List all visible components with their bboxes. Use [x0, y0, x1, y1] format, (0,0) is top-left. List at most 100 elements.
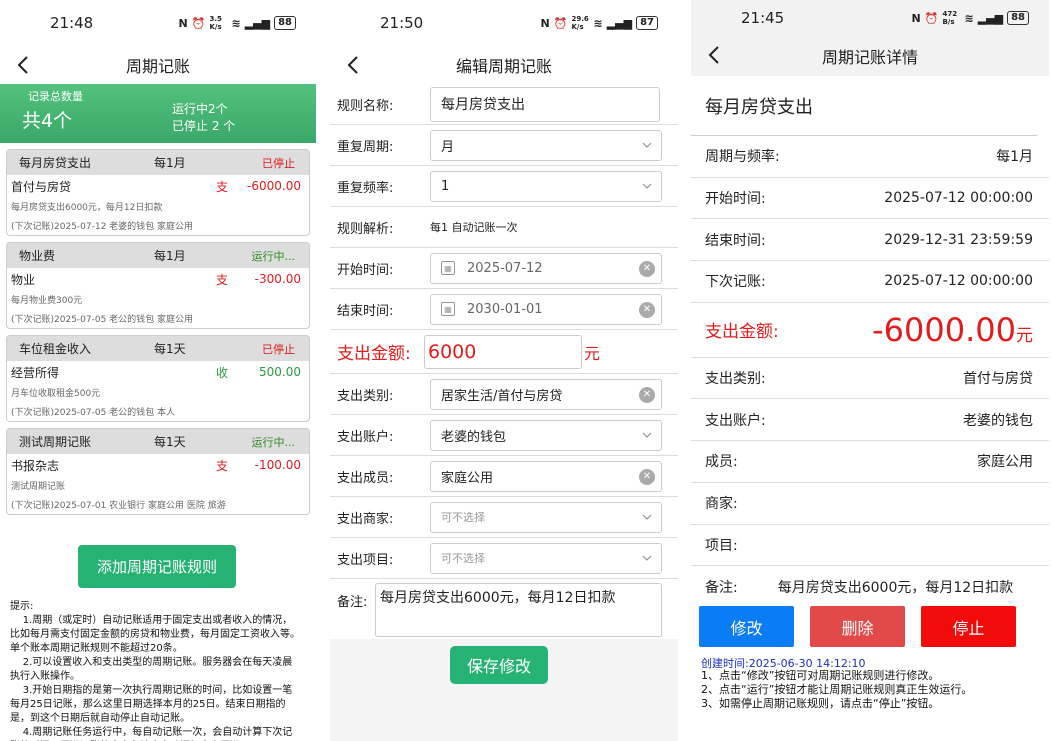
back-icon[interactable] — [701, 42, 727, 68]
nav-bar: 周期记账 — [0, 46, 316, 84]
rule-card[interactable]: 车位租金收入 每1天 已停止 经营所得 收 500.00 月车位收取租金500元… — [6, 335, 310, 422]
wifi-icon: ≋ — [231, 16, 241, 30]
status-badge: 已停止 — [262, 156, 295, 170]
net-speed: 29.6 K/s — [571, 15, 589, 31]
card-direction: 收 — [216, 365, 229, 380]
card-header: 每月房贷支出 每1月 已停止 — [7, 150, 309, 175]
card-header: 测试周期记账 每1天 运行中... — [7, 429, 309, 454]
category-input[interactable]: 居家生活/首付与房贷 ✕ — [430, 378, 662, 410]
rule-card[interactable]: 物业费 每1月 运行中... 物业 支 -300.00 每月物业费300元 (下… — [6, 242, 310, 329]
clear-icon[interactable]: ✕ — [639, 386, 655, 403]
summary-running: 运行中2个 — [172, 102, 228, 116]
status-bar: 21:48 N ⏰ 3.5 K/s ≋ ▂▄▆ 88 — [0, 0, 316, 46]
detail-key: 周期与频率: — [705, 149, 780, 166]
status-icons: N ⏰ 29.6 K/s ≋ ▂▄▆ 87 — [541, 15, 658, 31]
card-category: 经营所得 — [11, 365, 60, 380]
detail-value: 首付与房贷 — [963, 371, 1033, 388]
card-amount: -100.00 — [254, 458, 301, 472]
clear-icon[interactable]: ✕ — [639, 301, 655, 318]
rule-name-label: 规则名称: — [337, 98, 394, 114]
stop-button[interactable]: 停止 — [921, 606, 1016, 647]
back-icon[interactable] — [340, 52, 366, 78]
row-category: 支出类别: 居家生活/首付与房贷 ✕ — [330, 374, 678, 415]
detail-key: 项目: — [705, 537, 738, 554]
amount-value: 6000 — [428, 340, 477, 363]
end-label: 结束时间: — [337, 303, 394, 319]
chevron-down-icon — [641, 139, 653, 155]
member-input[interactable]: 家庭公用 ✕ — [430, 460, 662, 492]
note-textarea[interactable]: 每月房贷支出6000元，每月12日扣款 — [375, 583, 662, 637]
rule-name-value: 每月房贷支出 — [441, 97, 525, 113]
rule-name-input[interactable]: 每月房贷支出 — [430, 86, 660, 122]
rule-detail-screen: 21:45 N ⏰ 472 B/s ≋ ▂▄▆ 88 周期记账详情 每月房贷支出… — [691, 0, 1049, 741]
status-badge: 运行中... — [251, 249, 296, 263]
parse-label: 规则解析: — [337, 221, 394, 237]
start-label: 开始时间: — [337, 262, 394, 278]
note-line: 1、点击“修改”按钮可对周期记账规则进行修改。 — [701, 669, 940, 682]
detail-value: 家庭公用 — [977, 454, 1033, 471]
project-placeholder: 可不选择 — [441, 552, 485, 565]
calendar-icon: ▦ — [441, 302, 455, 316]
action-buttons: 修改 删除 停止 — [699, 606, 1016, 647]
wifi-icon: ≋ — [964, 11, 974, 25]
note-line: 3、如需停止周期记账规则，请点击“停止”按钮。 — [701, 697, 940, 710]
card-rule-name: 测试周期记账 — [19, 435, 92, 449]
end-date-input[interactable]: ▦ 2030-01-01 ✕ — [430, 293, 662, 325]
account-select[interactable]: 老婆的钱包 — [430, 419, 662, 451]
battery-icon: 88 — [274, 16, 296, 30]
nav-bar: 周期记账详情 — [691, 36, 1049, 76]
detail-row: 支出类别: 首付与房贷 — [691, 358, 1049, 400]
edit-rule-screen: 21:50 N ⏰ 29.6 K/s ≋ ▂▄▆ 87 编辑周期记账 规则名称:… — [330, 0, 678, 741]
card-rule-name: 每月房贷支出 — [19, 156, 92, 170]
rule-card[interactable]: 测试周期记账 每1天 运行中... 书报杂志 支 -100.00 测试周期记账 … — [6, 428, 310, 515]
detail-row: 开始时间: 2025-07-12 00:00:00 — [691, 178, 1049, 220]
chevron-down-icon — [641, 552, 653, 568]
summary-stopped: 已停止 2 个 — [172, 119, 236, 133]
wifi-icon: ≋ — [593, 16, 603, 30]
clear-icon[interactable]: ✕ — [639, 468, 655, 485]
card-main-row: 物业 支 -300.00 — [7, 268, 309, 290]
parse-value: 每1 自动记账一次 — [430, 211, 662, 243]
frequency-value: 1 — [441, 178, 450, 194]
status-time: 21:45 — [741, 9, 785, 27]
nav-bar: 编辑周期记账 — [330, 46, 678, 84]
start-date-input[interactable]: ▦ 2025-07-12 ✕ — [430, 252, 662, 284]
detail-value: 2029-12-31 23:59:59 — [884, 231, 1033, 248]
row-rule-name: 规则名称: 每月房贷支出 — [330, 84, 678, 125]
card-header: 物业费 每1月 运行中... — [7, 243, 309, 268]
status-time: 21:50 — [380, 14, 424, 32]
note-line: 2、点击“运行”按钮才能让周期记账规则真正生效运行。 — [701, 683, 973, 696]
rule-card[interactable]: 每月房贷支出 每1月 已停止 首付与房贷 支 -6000.00 每月房贷支出60… — [6, 149, 310, 236]
row-frequency: 重复频率: 1 — [330, 166, 678, 207]
merchant-select[interactable]: 可不选择 — [430, 501, 662, 533]
detail-key: 成员: — [705, 454, 738, 471]
card-description: 月车位收取租金500元 — [11, 389, 101, 399]
frequency-select[interactable]: 1 — [430, 170, 662, 202]
save-button[interactable]: 保存修改 — [450, 646, 548, 684]
edit-button[interactable]: 修改 — [699, 606, 794, 647]
row-note: 备注: 每月房贷支出6000元，每月12日扣款 — [330, 579, 678, 639]
clear-icon[interactable]: ✕ — [639, 260, 655, 277]
detail-key: 结束时间: — [705, 232, 766, 249]
card-rule-name: 车位租金收入 — [19, 342, 92, 356]
card-next-time: (下次记账)2025-07-05 老公的钱包 本人 — [11, 408, 176, 418]
detail-row: 商家: — [691, 483, 1049, 525]
status-icons: N ⏰ 472 B/s ≋ ▂▄▆ 88 — [912, 10, 1029, 26]
add-rule-button[interactable]: 添加周期记账规则 — [78, 545, 236, 588]
signal-icon: ▂▄▆ — [977, 11, 1004, 25]
amount-input[interactable]: 6000 — [424, 334, 582, 369]
detail-row: 周期与频率: 每1月 — [691, 136, 1049, 178]
battery-icon: 88 — [1007, 11, 1029, 25]
back-icon[interactable] — [10, 52, 36, 78]
detail-key: 支出账户: — [705, 412, 766, 429]
period-select[interactable]: 月 — [430, 129, 662, 161]
card-frequency: 每1天 — [154, 435, 186, 449]
tip-line: 1.周期（或定时）自动记账适用于固定支出或者收入的情况，比如每月需支付固定金额的… — [10, 615, 300, 654]
project-select[interactable]: 可不选择 — [430, 542, 662, 574]
alarm-icon: ⏰ — [191, 16, 206, 30]
detail-key: 支出类别: — [705, 371, 766, 388]
nfc-icon: N — [540, 16, 550, 30]
delete-button[interactable]: 删除 — [810, 606, 905, 647]
card-next-time: (下次记账)2025-07-05 老公的钱包 家庭公用 — [11, 315, 194, 325]
member-value: 家庭公用 — [441, 470, 494, 486]
